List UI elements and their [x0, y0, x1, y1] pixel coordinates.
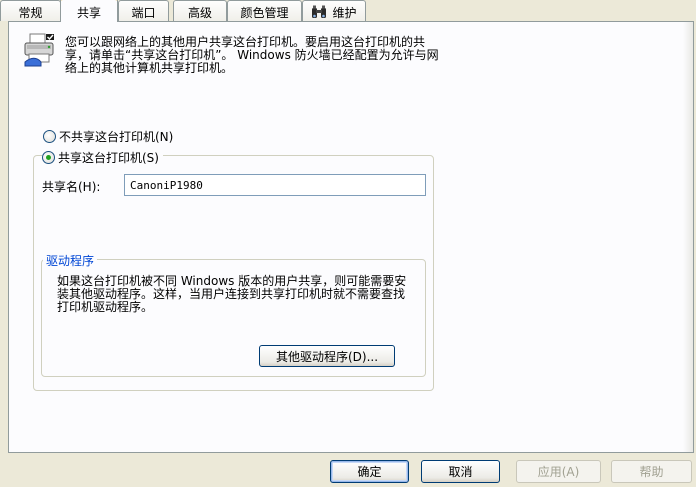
binoculars-icon	[311, 5, 327, 19]
radio-label: 不共享这台打印机(N)	[59, 130, 174, 144]
radio-button-checked[interactable]	[42, 151, 55, 164]
tab-sharing[interactable]: 共享	[60, 0, 118, 22]
drivers-description: 如果这台打印机被不同 Windows 版本的用户共享，则可能需要安装其他驱动程序…	[57, 274, 407, 314]
tab-label: 常规	[18, 5, 43, 20]
tab-advanced[interactable]: 高级	[173, 0, 227, 21]
help-button[interactable]: 帮助	[611, 460, 692, 483]
radio-do-not-share[interactable]: 不共享这台打印机(N)	[43, 128, 173, 145]
cancel-button[interactable]: 取消	[421, 460, 500, 483]
tab-label: 维护	[332, 5, 357, 20]
tab-color-management[interactable]: 颜色管理	[227, 0, 302, 21]
radio-button-unchecked[interactable]	[43, 130, 56, 143]
tab-label: 颜色管理	[240, 5, 289, 20]
share-name-label: 共享名(H):	[42, 180, 101, 194]
drivers-group-title: 驱动程序	[43, 252, 98, 269]
radio-share[interactable]: 共享这台打印机(S)	[42, 149, 163, 166]
sharing-panel: 您可以跟网络上的其他用户共享这台打印机。要启用这台打印机的共享，请单击“共享这台…	[8, 21, 694, 453]
tab-label: 高级	[187, 5, 212, 20]
shared-printer-icon	[23, 32, 59, 71]
radio-label: 共享这台打印机(S)	[58, 151, 159, 165]
tab-label: 端口	[131, 5, 156, 20]
share-name-input[interactable]	[124, 174, 426, 196]
sharing-description: 您可以跟网络上的其他用户共享这台打印机。要启用这台打印机的共享，请单击“共享这台…	[65, 35, 439, 75]
tab-label: 共享	[76, 5, 101, 20]
tab-general[interactable]: 常规	[0, 0, 61, 21]
tab-ports[interactable]: 端口	[118, 0, 169, 21]
ok-button[interactable]: 确定	[330, 460, 409, 483]
apply-button[interactable]: 应用(A)	[516, 460, 601, 483]
panel-edge	[683, 22, 693, 452]
printer-properties-dialog: 常规 共享 端口 高级 颜色管理 维护 您可以跟网络上的其他用户共享这台打印机。…	[0, 0, 696, 487]
tab-maintenance[interactable]: 维护	[302, 0, 366, 21]
additional-drivers-button[interactable]: 其他驱动程序(D)...	[259, 345, 395, 367]
